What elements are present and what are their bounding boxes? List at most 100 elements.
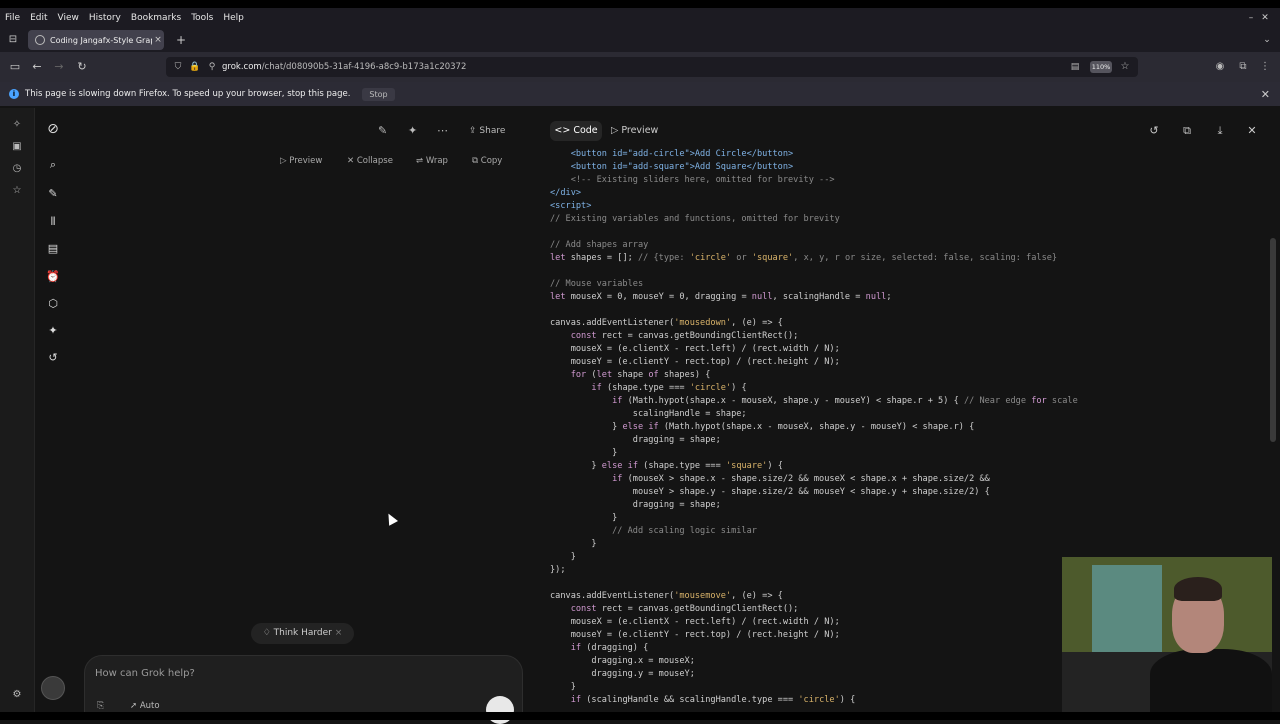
- avatar[interactable]: [41, 676, 65, 700]
- browser-tab[interactable]: Coding Jangafx-Style Graphi ×: [28, 30, 164, 50]
- collapse-label: Collapse: [356, 156, 393, 166]
- share-icon: ⇪: [469, 126, 480, 136]
- zoom-level[interactable]: 110%: [1090, 61, 1112, 73]
- code-line: let mouseX = 0, mouseY = 0, dragging = n…: [550, 292, 892, 302]
- pinned-icon[interactable]: ✦: [44, 322, 62, 340]
- bookmarks-icon[interactable]: ☆: [8, 182, 26, 200]
- menu-tools[interactable]: Tools: [186, 13, 218, 23]
- list-all-tabs-icon[interactable]: ⌄: [1260, 32, 1274, 48]
- menu-view[interactable]: View: [53, 13, 84, 23]
- menu-bar: File Edit View History Bookmarks Tools H…: [0, 8, 1280, 28]
- code-line: let shapes = []; // {type: 'circle' or '…: [550, 253, 1058, 263]
- notification-close-icon[interactable]: ✕: [1261, 88, 1270, 101]
- search-icon[interactable]: ⌕: [44, 156, 62, 174]
- copy-icon: ⧉: [472, 156, 481, 166]
- ai-chatbot-icon[interactable]: ✧: [8, 116, 26, 134]
- extensions-icon[interactable]: ⧉: [1235, 58, 1251, 76]
- code-line: } else if (shape.type === 'square') {: [550, 461, 783, 471]
- tab-code[interactable]: <> Code: [550, 121, 602, 141]
- collapse-icon: ✕: [347, 156, 357, 166]
- menu-bookmarks[interactable]: Bookmarks: [126, 13, 186, 23]
- permissions-icon[interactable]: ⚲: [205, 58, 219, 76]
- menu-icon[interactable]: ⋮: [1257, 58, 1273, 76]
- code-line: </div>: [550, 188, 582, 198]
- wrap-label: Wrap: [425, 156, 448, 166]
- tab-code-label: Code: [573, 125, 598, 136]
- files-icon[interactable]: ▤: [44, 240, 62, 258]
- close-panel-icon[interactable]: ✕: [1243, 122, 1261, 140]
- menu-edit[interactable]: Edit: [25, 13, 52, 23]
- version-history-icon[interactable]: ↺: [1145, 122, 1163, 140]
- grok-logo-icon[interactable]: ⊘: [44, 120, 62, 138]
- back-icon[interactable]: ←: [28, 58, 46, 76]
- tasks-icon[interactable]: ⏰: [44, 268, 62, 286]
- tab-preview-label: Preview: [621, 125, 659, 136]
- voice-icon[interactable]: ⦀: [44, 213, 62, 231]
- attach-icon[interactable]: ⎘: [97, 701, 104, 711]
- customize-sidebar-icon[interactable]: ⚙: [8, 686, 26, 704]
- tab-preview[interactable]: ▷ Preview: [611, 121, 658, 141]
- bookmark-star-icon[interactable]: ☆: [1118, 58, 1132, 76]
- history-chats-icon[interactable]: ↺: [44, 349, 62, 367]
- code-line: dragging = shape;: [550, 435, 721, 445]
- code-line: if (shape.type === 'circle') {: [591, 383, 747, 393]
- code-line: mouseY > shape.y - shape.size/2 && mouse…: [550, 487, 990, 497]
- pin-icon[interactable]: ✦: [408, 122, 417, 140]
- code-preview-label: Preview: [289, 156, 323, 166]
- window-close-icon[interactable]: ✕: [1256, 8, 1274, 28]
- wrap-button[interactable]: ⇌ Wrap: [416, 153, 448, 169]
- code-preview-button[interactable]: ▷ Preview: [280, 153, 322, 169]
- lock-icon[interactable]: 🔒: [188, 58, 202, 76]
- projects-icon[interactable]: ⬡: [44, 295, 62, 313]
- copy-button[interactable]: ⧉ Copy: [472, 153, 502, 169]
- mode-selector[interactable]: ➚ Auto: [130, 701, 160, 711]
- tab-bar: [0, 28, 1280, 52]
- url-host: grok.com: [222, 62, 262, 72]
- lightbulb-icon: ♢: [262, 628, 274, 638]
- share-button[interactable]: ⇪ Share: [469, 122, 505, 140]
- menu-history[interactable]: History: [84, 13, 126, 23]
- code-line: dragging = shape;: [550, 500, 721, 510]
- webcam-overlay: [1062, 557, 1272, 712]
- think-harder-button[interactable]: ♢ Think Harder ×: [251, 623, 354, 644]
- reload-icon[interactable]: ↻: [73, 58, 91, 76]
- code-line: // Existing variables and functions, omi…: [550, 214, 840, 224]
- forward-icon[interactable]: →: [50, 58, 68, 76]
- think-harder-label: Think Harder: [273, 628, 332, 638]
- top-strip: [0, 0, 1280, 8]
- menu-file[interactable]: File: [0, 13, 25, 23]
- synced-tabs-icon[interactable]: ▣: [8, 138, 26, 156]
- mode-label: Auto: [139, 701, 160, 711]
- new-chat-icon[interactable]: ✎: [44, 185, 62, 203]
- code-line: }: [550, 448, 618, 458]
- open-external-icon[interactable]: ⧉: [1178, 122, 1196, 140]
- preview-play-icon: ▷: [611, 125, 622, 136]
- download-icon[interactable]: ⤓: [1211, 122, 1229, 140]
- stop-button[interactable]: Stop: [362, 87, 395, 101]
- code-scrollbar[interactable]: [1270, 238, 1276, 442]
- url-text[interactable]: grok.com/chat/d08090b5-31af-4196-a8c9-b1…: [222, 57, 466, 77]
- tab-close-icon[interactable]: ×: [152, 35, 164, 45]
- tracking-shield-icon[interactable]: ⛉: [170, 58, 186, 76]
- notification-text: This page is slowing down Firefox. To sp…: [25, 89, 351, 99]
- history-icon[interactable]: ◷: [8, 160, 26, 178]
- chat-input-placeholder: How can Grok help?: [95, 668, 195, 679]
- new-tab-button[interactable]: +: [174, 32, 188, 48]
- code-line: // Add scaling logic similar: [550, 526, 757, 536]
- wrap-icon: ⇌: [416, 156, 426, 166]
- code-line: }: [550, 539, 597, 549]
- code-line: mouseX = (e.clientX - rect.left) / (rect…: [550, 344, 840, 354]
- collapse-button[interactable]: ✕ Collapse: [347, 153, 393, 169]
- account-icon[interactable]: ◉: [1212, 58, 1228, 76]
- reader-view-icon[interactable]: ▤: [1068, 58, 1082, 76]
- tab-list-icon[interactable]: ⊟: [6, 33, 20, 47]
- edit-icon[interactable]: ✎: [378, 122, 387, 140]
- code-line: canvas.addEventListener('mousedown', (e)…: [550, 318, 783, 328]
- more-icon[interactable]: ⋯: [437, 122, 448, 140]
- sidebar-toggle-icon[interactable]: ▭: [6, 58, 24, 76]
- copy-label: Copy: [480, 156, 503, 166]
- think-harder-close-icon[interactable]: ×: [332, 628, 343, 638]
- menu-help[interactable]: Help: [218, 13, 249, 23]
